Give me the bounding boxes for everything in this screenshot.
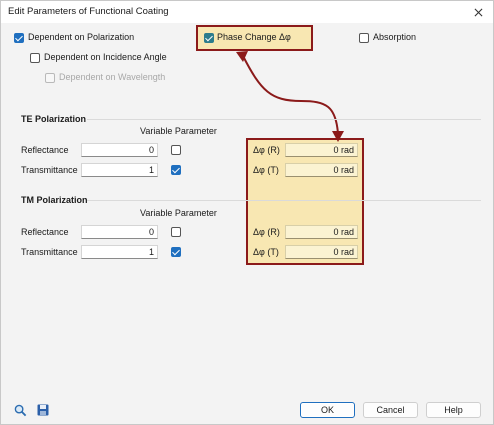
close-button[interactable]: [469, 3, 487, 21]
absorption-checkbox[interactable]: [359, 33, 369, 43]
ok-button[interactable]: OK: [300, 402, 355, 418]
te-transmittance-variable-checkbox[interactable]: [171, 165, 181, 175]
te-reflectance-input[interactable]: 0: [81, 143, 158, 157]
close-icon: [474, 8, 482, 16]
tm-phase-r-label: Δφ (R): [253, 227, 280, 237]
cancel-button[interactable]: Cancel: [363, 402, 418, 418]
dialog-window: Edit Parameters of Functional Coating De…: [0, 0, 494, 425]
tm-reflectance-label: Reflectance: [21, 227, 69, 237]
te-phase-r-label: Δφ (R): [253, 145, 280, 155]
te-phase-t-label: Δφ (T): [253, 165, 279, 175]
dependent-on-polarization-checkbox[interactable]: [14, 33, 24, 43]
te-transmittance-input[interactable]: 1: [81, 163, 158, 177]
tm-phase-t-label: Δφ (T): [253, 247, 279, 257]
phase-change-label: Phase Change Δφ: [217, 32, 291, 42]
dependent-on-incidence-angle-checkbox[interactable]: [30, 53, 40, 63]
tm-divider: [87, 200, 481, 201]
absorption-label: Absorption: [373, 32, 417, 42]
connector-arrow-icon: [236, 51, 344, 142]
help-button[interactable]: Help: [426, 402, 481, 418]
window-title: Edit Parameters of Functional Coating: [8, 6, 169, 17]
te-transmittance-label: Transmittance: [21, 165, 78, 175]
save-icon: [37, 404, 49, 416]
tm-polarization-title: TM Polarization: [21, 195, 88, 205]
te-phase-t-input[interactable]: 0 rad: [285, 163, 358, 177]
dependent-on-wavelength-checkbox[interactable]: [45, 73, 55, 83]
search-button[interactable]: [13, 403, 27, 417]
tm-phase-r-input[interactable]: 0 rad: [285, 225, 358, 239]
tm-transmittance-variable-checkbox[interactable]: [171, 247, 181, 257]
te-variable-parameter-header: Variable Parameter: [140, 126, 217, 136]
te-reflectance-label: Reflectance: [21, 145, 69, 155]
tm-transmittance-input[interactable]: 1: [81, 245, 158, 259]
te-polarization-title: TE Polarization: [21, 114, 87, 124]
dependent-on-incidence-angle-label: Dependent on Incidence Angle: [44, 52, 167, 62]
tm-transmittance-label: Transmittance: [21, 247, 78, 257]
tm-variable-parameter-header: Variable Parameter: [140, 208, 217, 218]
phase-change-checkbox[interactable]: [204, 33, 214, 43]
dependent-on-wavelength-label: Dependent on Wavelength: [59, 72, 166, 82]
dependent-on-polarization-label: Dependent on Polarization: [28, 32, 135, 42]
tm-reflectance-variable-checkbox[interactable]: [171, 227, 181, 237]
te-reflectance-variable-checkbox[interactable]: [171, 145, 181, 155]
magnifier-icon: [14, 404, 26, 416]
te-phase-r-input[interactable]: 0 rad: [285, 143, 358, 157]
te-divider: [87, 119, 481, 120]
tm-reflectance-input[interactable]: 0: [81, 225, 158, 239]
tm-phase-t-input[interactable]: 0 rad: [285, 245, 358, 259]
save-button[interactable]: [36, 403, 50, 417]
title-bar: Edit Parameters of Functional Coating: [1, 1, 493, 23]
